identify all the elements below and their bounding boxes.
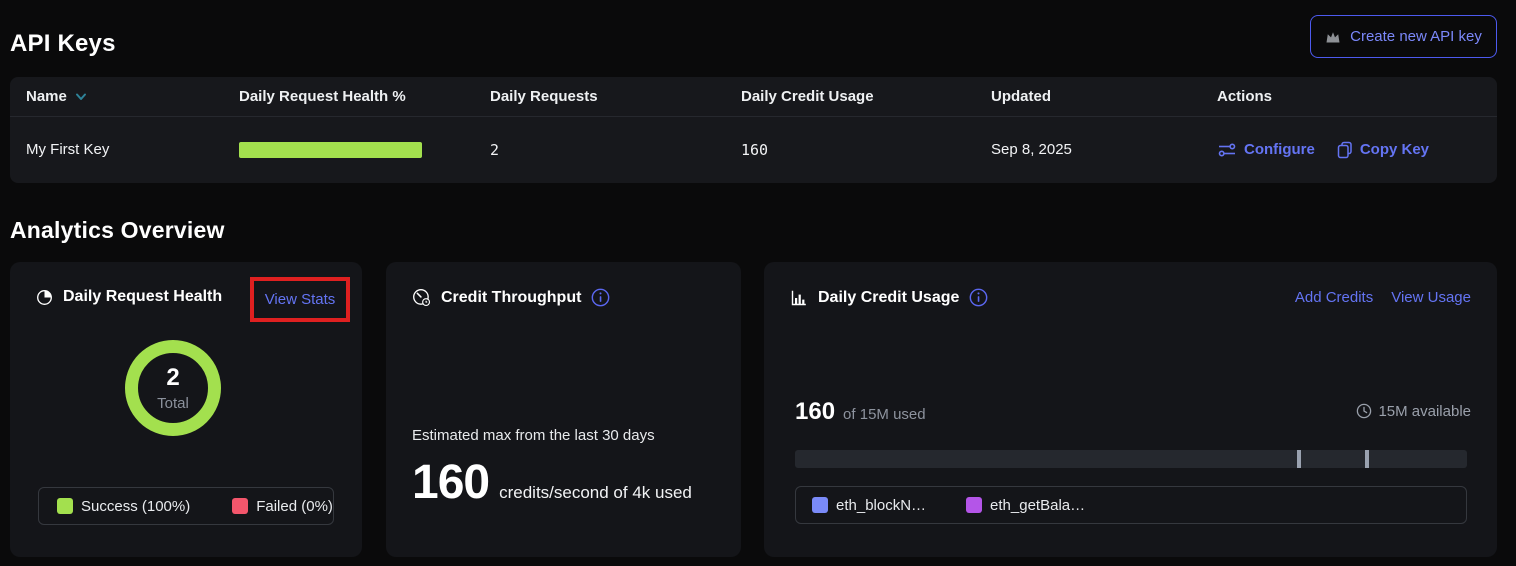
view-stats-link[interactable]: View Stats [265,291,336,308]
card-header-links: Add Credits View Usage [1295,289,1471,306]
credits-used-value: 160 [795,398,835,426]
card-header: Daily Credit Usage Add Credits View Usag… [790,288,1471,307]
daily-requests-cell: 2 [490,141,741,159]
copy-key-link[interactable]: Copy Key [1337,141,1429,159]
threshold-tick [1365,450,1369,468]
card-title: Daily Request Health [63,288,222,306]
create-api-key-label: Create new API key [1350,28,1482,45]
legend-item-eth-blocknumber: eth_blockN… [812,497,926,514]
column-header-health: Daily Request Health % [239,88,490,105]
donut-total-value: 2 [166,364,179,392]
throughput-value-row: 160 credits/second of 4k used [412,455,692,510]
info-icon[interactable] [591,288,610,307]
throughput-note: Estimated max from the last 30 days [412,427,655,444]
legend-item-success: Success (100%) [57,498,190,515]
threshold-tick [1297,450,1301,468]
request-health-donut-chart: 2 Total [125,340,221,436]
eth-blocknumber-swatch [812,497,828,513]
view-usage-link[interactable]: View Usage [1391,289,1471,306]
table-row: My First Key 2 160 Sep 8, 2025 Configure [10,117,1497,182]
legend-item-eth-getbalance: eth_getBala… [966,497,1085,514]
failed-swatch [232,498,248,514]
page-title: API Keys [10,30,116,58]
actions-cell: Configure Copy Key [1217,141,1497,159]
legend-item-failed: Failed (0%) [232,498,333,515]
column-header-updated: Updated [991,88,1217,105]
api-keys-table: Name Daily Request Health % Daily Reques… [10,77,1497,183]
health-bar [239,142,422,158]
throughput-unit: credits/second of 4k used [499,483,692,503]
daily-credit-usage-cell: 160 [741,141,991,159]
create-api-key-button[interactable]: Create new API key [1310,15,1497,58]
success-swatch [57,498,73,514]
credits-available: 15M available [1356,403,1471,420]
annotation-highlight-box: View Stats [250,277,350,322]
gauge-icon [412,288,431,307]
crown-icon [1325,30,1341,44]
column-header-daily-requests: Daily Requests [490,88,741,105]
throughput-value: 160 [412,455,489,510]
health-cell [239,142,490,158]
bar-chart-icon [790,289,808,307]
credit-usage-progress-bar [795,450,1467,468]
column-header-daily-credit-usage: Daily Credit Usage [741,88,991,105]
clock-icon [1356,403,1372,419]
daily-credit-usage-card: Daily Credit Usage Add Credits View Usag… [764,262,1497,557]
sort-descending-icon[interactable] [75,93,87,101]
donut-total-label: Total [157,395,189,412]
key-name-cell: My First Key [26,141,239,158]
updated-cell: Sep 8, 2025 [991,141,1217,158]
card-title: Daily Credit Usage [818,289,959,307]
health-legend: Success (100%) Failed (0%) [38,487,334,525]
add-credits-link[interactable]: Add Credits [1295,289,1373,306]
usage-summary-row: 160 of 15M used 15M available [795,398,1471,426]
credits-available-label: 15M available [1378,403,1471,420]
configure-link[interactable]: Configure [1217,141,1315,158]
column-header-label: Name [26,88,67,105]
card-title: Credit Throughput [441,289,581,307]
table-header-row: Name Daily Request Health % Daily Reques… [10,77,1497,117]
column-header-name[interactable]: Name [26,88,239,105]
credits-used-suffix: of 15M used [843,406,926,423]
credit-throughput-card: Credit Throughput Estimated max from the… [386,262,741,557]
sliders-icon [1217,142,1237,158]
copy-icon [1337,141,1353,159]
eth-getbalance-swatch [966,497,982,513]
analytics-overview-title: Analytics Overview [10,217,225,244]
pie-chart-icon [36,289,53,306]
info-icon[interactable] [969,288,988,307]
card-header: Credit Throughput [412,288,715,307]
usage-legend: eth_blockN… eth_getBala… [795,486,1467,524]
column-header-actions: Actions [1217,88,1497,105]
daily-request-health-card: Daily Request Health View Stats 2 Total … [10,262,362,557]
